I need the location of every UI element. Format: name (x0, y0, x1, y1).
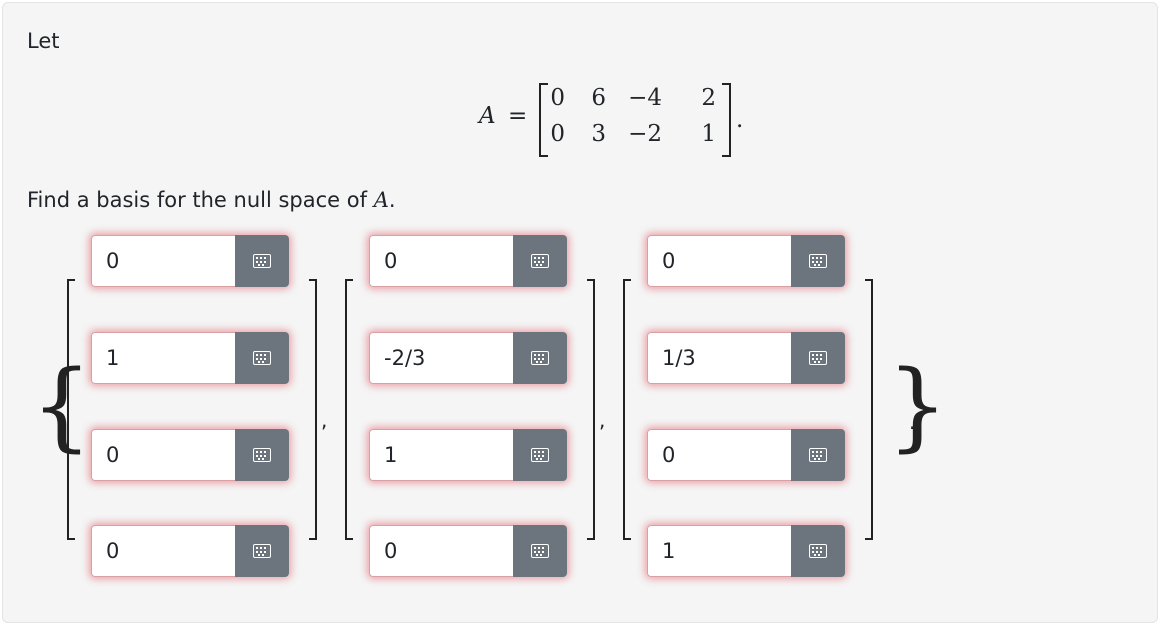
matrix-entry: 6 (591, 85, 606, 111)
vector-2-right-bracket (587, 279, 595, 540)
matrix-entry: 3 (591, 121, 606, 147)
answer-input[interactable]: 0 (91, 429, 235, 481)
vector-3-entry-4: 1 (647, 525, 845, 577)
vector-3-entry-2: 1/3 (647, 332, 845, 384)
question-panel: Let A = . 0 6 −4 2 0 3 −2 1 Find a basis for th… (2, 2, 1158, 623)
matrix-entry: 0 (550, 85, 565, 111)
math-keyboard-button[interactable] (513, 235, 567, 287)
math-keyboard-button[interactable] (513, 429, 567, 481)
answer-input[interactable]: 0 (91, 525, 235, 577)
vector-1-entry-1: 0 (91, 235, 289, 287)
prompt-period: . (388, 188, 396, 212)
set-close-brace: } (887, 350, 949, 462)
vector-2-entry-2: -2/3 (369, 332, 567, 384)
keyboard-icon (531, 544, 549, 558)
vector-1-right-bracket (309, 279, 317, 540)
math-keyboard-button[interactable] (791, 429, 845, 481)
vector-3-right-bracket (865, 279, 873, 540)
answer-input[interactable]: 0 (647, 235, 791, 287)
answer-input[interactable]: 1/3 (647, 332, 791, 384)
matrix-terminator: . (736, 107, 744, 133)
vector-1-entry-2: 1 (91, 332, 289, 384)
math-keyboard-button[interactable] (235, 332, 289, 384)
vector-separator: , (599, 408, 606, 432)
vector-2-entry-4: 0 (369, 525, 567, 577)
intro-text: Let (27, 29, 60, 53)
matrix-entry: 2 (701, 85, 716, 111)
keyboard-icon (809, 351, 827, 365)
matrix-entry: 0 (550, 121, 565, 147)
vector-separator: , (321, 408, 328, 432)
keyboard-icon (253, 448, 271, 462)
prompt-symbol: A (373, 188, 389, 212)
set-terminator: . (909, 410, 916, 434)
math-keyboard-button[interactable] (791, 525, 845, 577)
vector-3-entry-1: 0 (647, 235, 845, 287)
math-keyboard-button[interactable] (791, 235, 845, 287)
keyboard-icon (253, 254, 271, 268)
set-open-brace: { (31, 350, 93, 462)
vector-2-left-bracket (345, 279, 353, 540)
math-keyboard-button[interactable] (235, 235, 289, 287)
keyboard-icon (809, 544, 827, 558)
math-keyboard-button[interactable] (513, 332, 567, 384)
keyboard-icon (809, 254, 827, 268)
answer-input[interactable]: 1 (91, 332, 235, 384)
math-keyboard-button[interactable] (235, 429, 289, 481)
matrix-name: A (479, 103, 496, 129)
answer-input[interactable]: 1 (369, 429, 513, 481)
answer-input[interactable]: 0 (369, 525, 513, 577)
vector-1-left-bracket (67, 279, 75, 540)
answer-input[interactable]: 0 (369, 235, 513, 287)
matrix-entry: −4 (628, 85, 662, 111)
keyboard-icon (253, 544, 271, 558)
vector-1-entry-4: 0 (91, 525, 289, 577)
keyboard-icon (809, 448, 827, 462)
vector-2-entry-1: 0 (369, 235, 567, 287)
answer-input[interactable]: 0 (647, 429, 791, 481)
question-prompt: Find a basis for the null space of A. (27, 188, 396, 212)
math-keyboard-button[interactable] (235, 525, 289, 577)
answer-input[interactable]: 1 (647, 525, 791, 577)
math-keyboard-button[interactable] (513, 525, 567, 577)
answer-input[interactable]: 0 (91, 235, 235, 287)
vector-1-entry-3: 0 (91, 429, 289, 481)
keyboard-icon (531, 448, 549, 462)
vector-2-entry-3: 1 (369, 429, 567, 481)
matrix-entry: 1 (701, 121, 716, 147)
vector-3-entry-3: 0 (647, 429, 845, 481)
vector-3-left-bracket (623, 279, 631, 540)
keyboard-icon (253, 351, 271, 365)
matrix-right-bracket (722, 83, 731, 157)
math-keyboard-button[interactable] (791, 332, 845, 384)
matrix-entry: −2 (628, 121, 662, 147)
keyboard-icon (531, 254, 549, 268)
answer-input[interactable]: -2/3 (369, 332, 513, 384)
keyboard-icon (531, 351, 549, 365)
prompt-text: Find a basis for the null space of (27, 188, 368, 212)
